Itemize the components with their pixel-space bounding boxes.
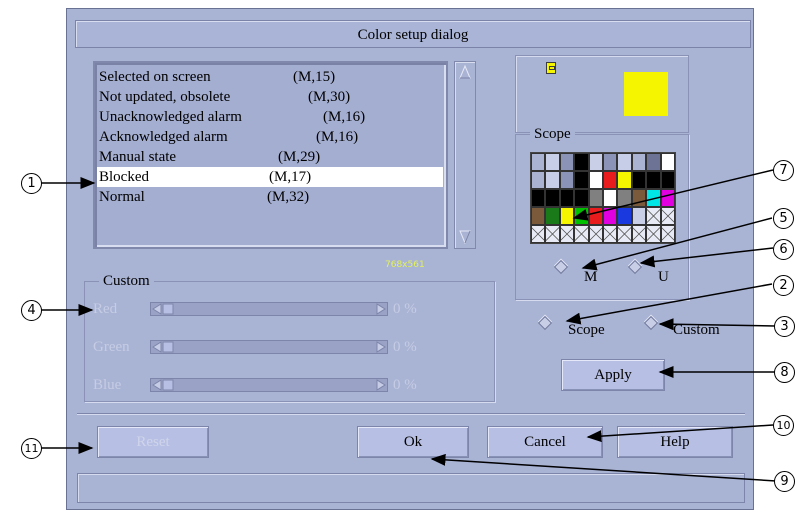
callout-arrows — [40, 169, 777, 482]
callout-10: 10 — [773, 415, 794, 436]
callout-11: 11 — [21, 438, 42, 459]
callout-4: 4 — [21, 300, 42, 321]
callout-3: 3 — [774, 316, 795, 337]
callout-5: 5 — [773, 208, 794, 229]
callout-6: 6 — [773, 239, 794, 260]
callout-1: 1 — [21, 173, 42, 194]
callout-8: 8 — [774, 362, 795, 383]
callout-7: 7 — [773, 160, 794, 181]
callout-9: 9 — [774, 471, 795, 492]
callout-2: 2 — [773, 275, 794, 296]
